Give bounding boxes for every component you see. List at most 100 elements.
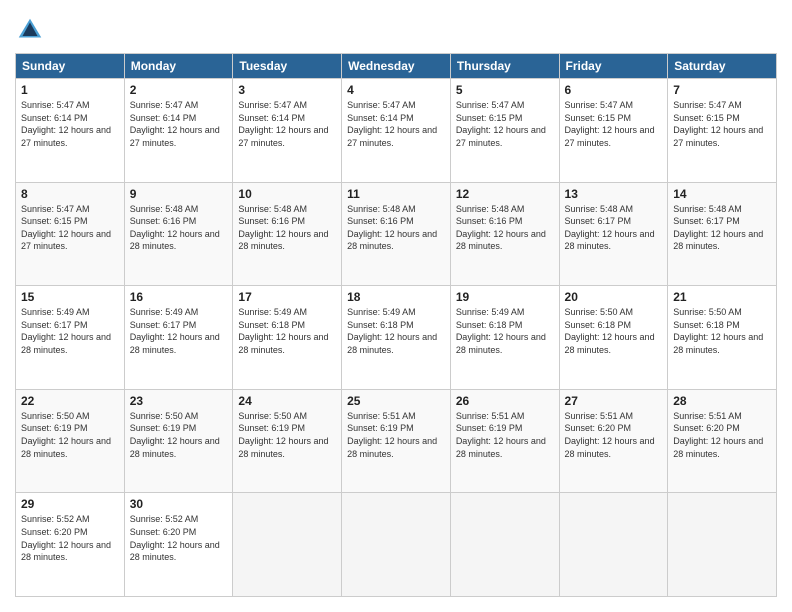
day-info: Sunrise: 5:47 AMSunset: 6:14 PMDaylight:… bbox=[238, 99, 336, 149]
day-number: 19 bbox=[456, 290, 554, 304]
day-number: 16 bbox=[130, 290, 228, 304]
day-number: 1 bbox=[21, 83, 119, 97]
day-info: Sunrise: 5:48 AMSunset: 6:16 PMDaylight:… bbox=[238, 203, 336, 253]
table-row bbox=[559, 493, 668, 597]
day-number: 13 bbox=[565, 187, 663, 201]
col-monday: Monday bbox=[124, 54, 233, 79]
calendar-header-row: Sunday Monday Tuesday Wednesday Thursday… bbox=[16, 54, 777, 79]
day-info: Sunrise: 5:47 AMSunset: 6:15 PMDaylight:… bbox=[565, 99, 663, 149]
header bbox=[15, 15, 777, 45]
day-number: 26 bbox=[456, 394, 554, 408]
day-info: Sunrise: 5:51 AMSunset: 6:19 PMDaylight:… bbox=[347, 410, 445, 460]
table-row: 30 Sunrise: 5:52 AMSunset: 6:20 PMDayligh… bbox=[124, 493, 233, 597]
day-info: Sunrise: 5:50 AMSunset: 6:18 PMDaylight:… bbox=[673, 306, 771, 356]
day-info: Sunrise: 5:47 AMSunset: 6:15 PMDaylight:… bbox=[21, 203, 119, 253]
table-row: 22 Sunrise: 5:50 AMSunset: 6:19 PMDayligh… bbox=[16, 389, 125, 493]
logo bbox=[15, 15, 49, 45]
day-info: Sunrise: 5:51 AMSunset: 6:20 PMDaylight:… bbox=[565, 410, 663, 460]
day-info: Sunrise: 5:49 AMSunset: 6:18 PMDaylight:… bbox=[238, 306, 336, 356]
day-info: Sunrise: 5:47 AMSunset: 6:14 PMDaylight:… bbox=[347, 99, 445, 149]
day-number: 7 bbox=[673, 83, 771, 97]
col-sunday: Sunday bbox=[16, 54, 125, 79]
day-number: 6 bbox=[565, 83, 663, 97]
table-row: 1 Sunrise: 5:47 AMSunset: 6:14 PMDaylight… bbox=[16, 79, 125, 183]
table-row: 6 Sunrise: 5:47 AMSunset: 6:15 PMDaylight… bbox=[559, 79, 668, 183]
table-row: 25 Sunrise: 5:51 AMSunset: 6:19 PMDayligh… bbox=[342, 389, 451, 493]
table-row bbox=[342, 493, 451, 597]
table-row: 20Sunrise: 5:50 AMSunset: 6:18 PMDayligh… bbox=[559, 286, 668, 390]
calendar-week-row: 8 Sunrise: 5:47 AMSunset: 6:15 PMDaylight… bbox=[16, 182, 777, 286]
calendar-week-row: 15 Sunrise: 5:49 AMSunset: 6:17 PMDayligh… bbox=[16, 286, 777, 390]
day-info: Sunrise: 5:47 AMSunset: 6:14 PMDaylight:… bbox=[21, 99, 119, 149]
table-row: 7 Sunrise: 5:47 AMSunset: 6:15 PMDaylight… bbox=[668, 79, 777, 183]
table-row: 13 Sunrise: 5:48 AMSunset: 6:17 PMDayligh… bbox=[559, 182, 668, 286]
day-number: 15 bbox=[21, 290, 119, 304]
col-wednesday: Wednesday bbox=[342, 54, 451, 79]
day-info: Sunrise: 5:49 AMSunset: 6:18 PMDaylight:… bbox=[456, 306, 554, 356]
table-row: 3 Sunrise: 5:47 AMSunset: 6:14 PMDaylight… bbox=[233, 79, 342, 183]
day-info: Sunrise: 5:47 AMSunset: 6:14 PMDaylight:… bbox=[130, 99, 228, 149]
day-info: Sunrise: 5:48 AMSunset: 6:16 PMDaylight:… bbox=[347, 203, 445, 253]
table-row: 11Sunrise: 5:48 AMSunset: 6:16 PMDayligh… bbox=[342, 182, 451, 286]
day-number: 21 bbox=[673, 290, 771, 304]
table-row: 4 Sunrise: 5:47 AMSunset: 6:14 PMDaylight… bbox=[342, 79, 451, 183]
table-row: 28Sunrise: 5:51 AMSunset: 6:20 PMDayligh… bbox=[668, 389, 777, 493]
day-info: Sunrise: 5:50 AMSunset: 6:19 PMDaylight:… bbox=[238, 410, 336, 460]
day-number: 22 bbox=[21, 394, 119, 408]
table-row: 12 Sunrise: 5:48 AMSunset: 6:16 PMDayligh… bbox=[450, 182, 559, 286]
col-saturday: Saturday bbox=[668, 54, 777, 79]
day-info: Sunrise: 5:48 AMSunset: 6:17 PMDaylight:… bbox=[673, 203, 771, 253]
day-info: Sunrise: 5:51 AMSunset: 6:19 PMDaylight:… bbox=[456, 410, 554, 460]
day-info: Sunrise: 5:48 AMSunset: 6:17 PMDaylight:… bbox=[565, 203, 663, 253]
table-row: 5Sunrise: 5:47 AMSunset: 6:15 PMDaylight… bbox=[450, 79, 559, 183]
table-row: 19 Sunrise: 5:49 AMSunset: 6:18 PMDayligh… bbox=[450, 286, 559, 390]
col-thursday: Thursday bbox=[450, 54, 559, 79]
table-row: 27 Sunrise: 5:51 AMSunset: 6:20 PMDayligh… bbox=[559, 389, 668, 493]
table-row: 14 Sunrise: 5:48 AMSunset: 6:17 PMDayligh… bbox=[668, 182, 777, 286]
col-tuesday: Tuesday bbox=[233, 54, 342, 79]
day-info: Sunrise: 5:49 AMSunset: 6:17 PMDaylight:… bbox=[130, 306, 228, 356]
day-info: Sunrise: 5:49 AMSunset: 6:17 PMDaylight:… bbox=[21, 306, 119, 356]
table-row: 2Sunrise: 5:47 AMSunset: 6:14 PMDaylight… bbox=[124, 79, 233, 183]
day-number: 24 bbox=[238, 394, 336, 408]
day-number: 14 bbox=[673, 187, 771, 201]
table-row bbox=[233, 493, 342, 597]
day-number: 29 bbox=[21, 497, 119, 511]
day-number: 30 bbox=[130, 497, 228, 511]
table-row: 8 Sunrise: 5:47 AMSunset: 6:15 PMDaylight… bbox=[16, 182, 125, 286]
calendar-table: Sunday Monday Tuesday Wednesday Thursday… bbox=[15, 53, 777, 597]
day-number: 8 bbox=[21, 187, 119, 201]
day-number: 10 bbox=[238, 187, 336, 201]
day-number: 18 bbox=[347, 290, 445, 304]
day-number: 27 bbox=[565, 394, 663, 408]
table-row: 9Sunrise: 5:48 AMSunset: 6:16 PMDaylight… bbox=[124, 182, 233, 286]
day-info: Sunrise: 5:50 AMSunset: 6:19 PMDaylight:… bbox=[130, 410, 228, 460]
table-row: 18 Sunrise: 5:49 AMSunset: 6:18 PMDayligh… bbox=[342, 286, 451, 390]
day-number: 4 bbox=[347, 83, 445, 97]
day-info: Sunrise: 5:48 AMSunset: 6:16 PMDaylight:… bbox=[130, 203, 228, 253]
table-row: 17 Sunrise: 5:49 AMSunset: 6:18 PMDayligh… bbox=[233, 286, 342, 390]
day-info: Sunrise: 5:50 AMSunset: 6:19 PMDaylight:… bbox=[21, 410, 119, 460]
day-info: Sunrise: 5:47 AMSunset: 6:15 PMDaylight:… bbox=[673, 99, 771, 149]
day-info: Sunrise: 5:49 AMSunset: 6:18 PMDaylight:… bbox=[347, 306, 445, 356]
calendar-week-row: 1 Sunrise: 5:47 AMSunset: 6:14 PMDaylight… bbox=[16, 79, 777, 183]
table-row: 29Sunrise: 5:52 AMSunset: 6:20 PMDayligh… bbox=[16, 493, 125, 597]
day-number: 12 bbox=[456, 187, 554, 201]
day-info: Sunrise: 5:48 AMSunset: 6:16 PMDaylight:… bbox=[456, 203, 554, 253]
day-number: 3 bbox=[238, 83, 336, 97]
table-row bbox=[450, 493, 559, 597]
table-row: 23 Sunrise: 5:50 AMSunset: 6:19 PMDayligh… bbox=[124, 389, 233, 493]
table-row: 26 Sunrise: 5:51 AMSunset: 6:19 PMDayligh… bbox=[450, 389, 559, 493]
col-friday: Friday bbox=[559, 54, 668, 79]
calendar-week-row: 29 Sunrise: 5:52 AMSunset: 6:20 PMDayligh… bbox=[16, 493, 777, 597]
day-number: 20 bbox=[565, 290, 663, 304]
table-row: 21 Sunrise: 5:50 AMSunset: 6:18 PMDayligh… bbox=[668, 286, 777, 390]
day-number: 25 bbox=[347, 394, 445, 408]
calendar-week-row: 22 Sunrise: 5:50 AMSunset: 6:19 PMDayligh… bbox=[16, 389, 777, 493]
logo-icon bbox=[15, 15, 45, 45]
day-number: 23 bbox=[130, 394, 228, 408]
day-info: Sunrise: 5:52 AMSunset: 6:20 PMDaylight:… bbox=[130, 513, 228, 563]
day-number: 17 bbox=[238, 290, 336, 304]
table-row: 16 Sunrise: 5:49 AMSunset: 6:17 PMDayligh… bbox=[124, 286, 233, 390]
page: Sunday Monday Tuesday Wednesday Thursday… bbox=[0, 0, 792, 612]
